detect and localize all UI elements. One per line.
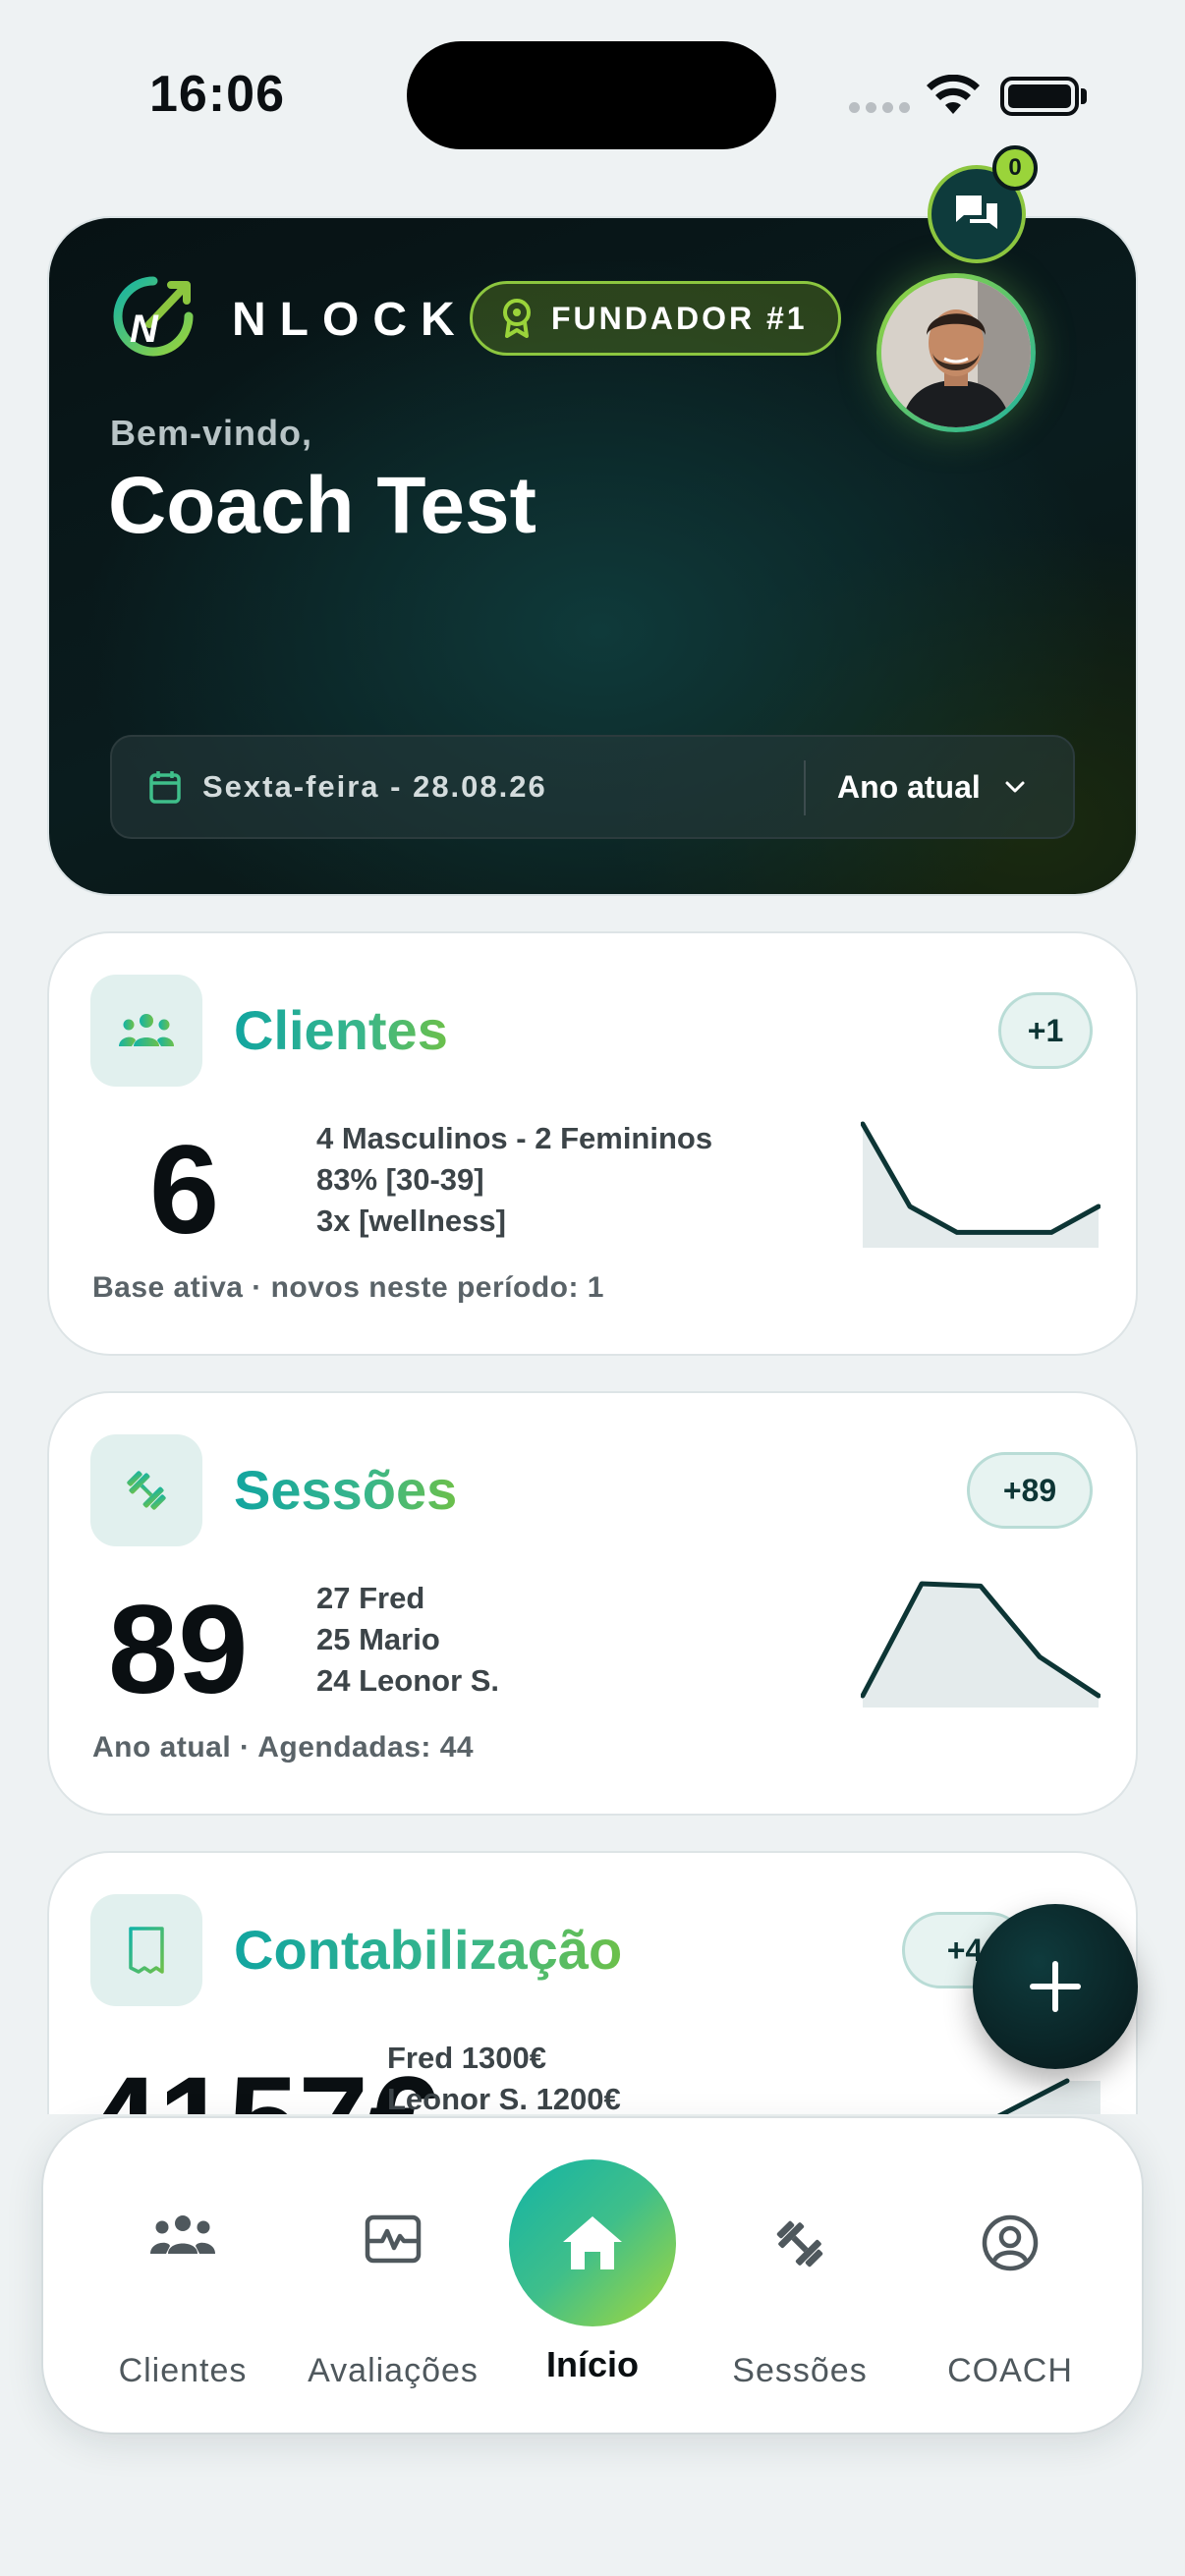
battery-icon: [1000, 77, 1079, 116]
date-period-bar: Sexta-feira - 28.08.26 Ano atual: [110, 735, 1075, 839]
nav-item-avaliacoes[interactable]: Avaliações: [295, 2118, 491, 2433]
award-icon: [503, 299, 531, 338]
clientes-delta-badge: +1: [998, 992, 1093, 1069]
contabilizacao-details: Fred 1300€ Leonor S. 1200€: [387, 2038, 621, 2120]
status-time: 16:06: [149, 66, 285, 123]
current-date: Sexta-feira - 28.08.26: [202, 769, 547, 804]
sessoes-detail-3: 24 Leonor S.: [316, 1663, 500, 1698]
welcome-label: Bem-vindo,: [110, 413, 313, 453]
sessoes-detail-2: 25 Mario: [316, 1622, 440, 1656]
sessions-card-icon-box: [90, 1434, 202, 1546]
clients-card-icon-box: [90, 975, 202, 1087]
dumbbell-icon: [127, 1471, 166, 1510]
sessoes-title: Sessões: [234, 1459, 458, 1521]
nav-label-sessoes: Sessões: [732, 2352, 868, 2389]
person-photo-icon: [881, 278, 1031, 427]
activity-chart-icon: [365, 2214, 422, 2264]
clientes-count: 6: [149, 1120, 220, 1260]
sessoes-sparkline: [861, 1581, 1100, 1708]
cellular-signal-icon: [849, 102, 910, 113]
sessoes-card[interactable]: Sessões +89 89 27 Fred 25 Mario 24 Leono…: [49, 1393, 1136, 1814]
contabilizacao-title: Contabilização: [234, 1919, 623, 1981]
dynamic-island: [407, 41, 776, 149]
clientes-card[interactable]: Clientes +1 6 4 Masculinos - 2 Femininos…: [49, 933, 1136, 1354]
add-fab-button[interactable]: [973, 1904, 1138, 2069]
clientes-sparkline: [861, 1121, 1100, 1248]
clientes-detail-age: 83% [30-39]: [316, 1162, 484, 1197]
sparkline-area: [863, 1584, 1099, 1708]
dumbbell-icon: [776, 2220, 823, 2268]
users-icon: [119, 1014, 174, 1046]
profile-avatar[interactable]: [876, 273, 1036, 432]
nav-label-clientes: Clientes: [118, 2352, 248, 2389]
sessoes-detail-1: 27 Fred: [316, 1581, 425, 1615]
nav-item-sessoes[interactable]: Sessões: [702, 2118, 898, 2433]
sessoes-delta-badge: +89: [967, 1452, 1093, 1529]
founder-badge-label: FUNDADOR #1: [551, 300, 808, 336]
nav-label-coach: COACH: [947, 2352, 1073, 2389]
plus-icon: [1030, 1961, 1081, 2012]
home-icon: [563, 2216, 622, 2269]
nav-label-inicio: Início: [545, 2344, 639, 2384]
receipt-icon: [129, 1927, 164, 1974]
wifi-icon: [927, 75, 980, 114]
svg-text:N: N: [130, 308, 159, 351]
clientes-details: 4 Masculinos - 2 Femininos 83% [30-39] 3…: [316, 1118, 712, 1242]
chat-icon: [956, 196, 997, 229]
clientes-title: Clientes: [234, 999, 448, 1061]
users-icon: [150, 2215, 215, 2254]
nav-item-inicio[interactable]: [509, 2159, 676, 2326]
nlock-logo-icon: N: [113, 276, 194, 357]
clientes-detail-gender: 4 Masculinos - 2 Femininos: [316, 1121, 713, 1155]
nav-label-avaliacoes: Avaliações: [308, 2352, 479, 2389]
calendar-icon: [149, 771, 181, 804]
brand-name: NLOCK: [232, 294, 469, 346]
battery-cap: [1081, 88, 1087, 104]
sessoes-count: 89: [108, 1580, 249, 1720]
sessoes-details: 27 Fred 25 Mario 24 Leonor S.: [316, 1578, 499, 1702]
clientes-footnote: Base ativa · novos neste período: 1: [92, 1271, 604, 1304]
sessoes-footnote: Ano atual · Agendadas: 44: [92, 1731, 475, 1764]
founder-badge: FUNDADOR #1: [470, 281, 841, 356]
clientes-detail-goal: 3x [wellness]: [316, 1204, 506, 1238]
contabilizacao-detail-1: Fred 1300€: [387, 2041, 546, 2075]
nav-item-coach[interactable]: COACH: [912, 2118, 1108, 2433]
nav-item-clientes[interactable]: Clientes: [85, 2118, 281, 2433]
accounting-card-icon-box: [90, 1894, 202, 2006]
coach-name: Coach Test: [108, 461, 536, 550]
period-selected: Ano atual: [837, 768, 981, 805]
chevron-down-icon: [1005, 781, 1025, 793]
avatar-photo: [881, 278, 1031, 427]
divider: [804, 760, 806, 815]
user-circle-icon: [982, 2214, 1039, 2271]
chat-count-badge: 0: [992, 145, 1038, 191]
bottom-navigation: Clientes Avaliações Início Sessões COACH: [43, 2118, 1142, 2433]
period-selector[interactable]: Ano atual: [837, 737, 1026, 837]
welcome-header-card: N NLOCK FUNDADOR #1 Bem-vindo, Coach Tes…: [49, 218, 1136, 894]
